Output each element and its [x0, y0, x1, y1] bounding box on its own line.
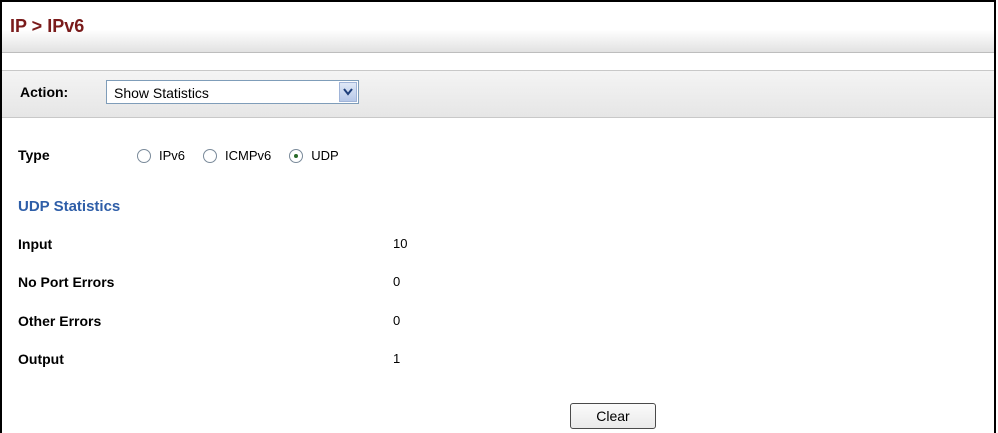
window-frame: IP > IPv6 Action: Show Statistics Type I… [0, 0, 996, 433]
radio-ipv6-label: IPv6 [159, 148, 186, 164]
radio-icmpv6[interactable] [203, 148, 218, 163]
stat-value: 0 [393, 274, 401, 289]
action-bar: Action: Show Statistics [2, 70, 994, 118]
type-radio-group: IPv6 ICMPv6 UDP [137, 147, 357, 163]
stat-label: Input [18, 236, 53, 252]
stat-label: Other Errors [18, 313, 102, 329]
section-title: UDP Statistics [18, 198, 121, 215]
stat-label: Output [18, 351, 64, 367]
stat-label: No Port Errors [18, 274, 115, 290]
page-title: IP > IPv6 [10, 16, 85, 36]
stat-row-output: Output 1 [18, 351, 400, 367]
radio-ipv6[interactable] [137, 148, 151, 163]
stat-row-input: Input 10 [18, 236, 407, 252]
stat-row-no-port-errors: No Port Errors 0 [18, 274, 400, 290]
action-select[interactable]: Show Statistics [106, 80, 359, 104]
title-bar: IP > IPv6 [2, 2, 994, 53]
type-label: Type [18, 147, 50, 163]
stat-row-other-errors: Other Errors 0 [18, 313, 400, 329]
radio-udp[interactable] [289, 148, 304, 163]
clear-button[interactable]: Clear [570, 403, 656, 429]
action-select-value: Show Statistics [114, 85, 209, 101]
chevron-down-icon[interactable] [339, 82, 357, 102]
action-label: Action: [20, 84, 69, 100]
stat-value: 10 [393, 236, 408, 251]
radio-udp-label: UDP [311, 148, 339, 164]
stat-value: 0 [393, 313, 401, 328]
radio-icmpv6-label: ICMPv6 [225, 148, 272, 164]
stat-value: 1 [393, 351, 401, 366]
